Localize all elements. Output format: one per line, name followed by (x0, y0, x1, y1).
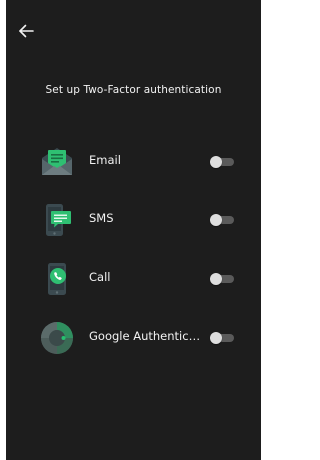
toggle-thumb (210, 214, 222, 226)
method-label-email: Email (89, 153, 121, 167)
call-toggle[interactable] (210, 273, 234, 285)
method-label-google-authenticator: Google Authenticat... (89, 329, 205, 343)
toggle-thumb (210, 156, 222, 168)
back-button[interactable] (16, 20, 38, 42)
toggle-thumb (210, 332, 222, 344)
sms-phone-icon (39, 202, 75, 238)
google-authenticator-icon (39, 320, 75, 356)
method-label-sms: SMS (89, 211, 114, 225)
two-factor-setup-screen: Set up Two-Factor authentication Email S… (6, 0, 261, 460)
method-label-call: Call (89, 270, 111, 284)
method-row-sms: SMS (6, 199, 261, 239)
email-toggle[interactable] (210, 156, 234, 168)
sms-toggle[interactable] (210, 214, 234, 226)
toggle-thumb (210, 273, 222, 285)
call-phone-icon (39, 261, 75, 297)
arrow-left-icon (19, 24, 34, 38)
google-authenticator-toggle[interactable] (210, 332, 234, 344)
method-row-google-authenticator: Google Authenticat... (6, 317, 261, 357)
method-row-email: Email (6, 141, 261, 181)
page-title: Set up Two-Factor authentication (45, 84, 222, 96)
method-row-call: Call (6, 258, 261, 298)
email-envelope-icon (39, 144, 75, 180)
